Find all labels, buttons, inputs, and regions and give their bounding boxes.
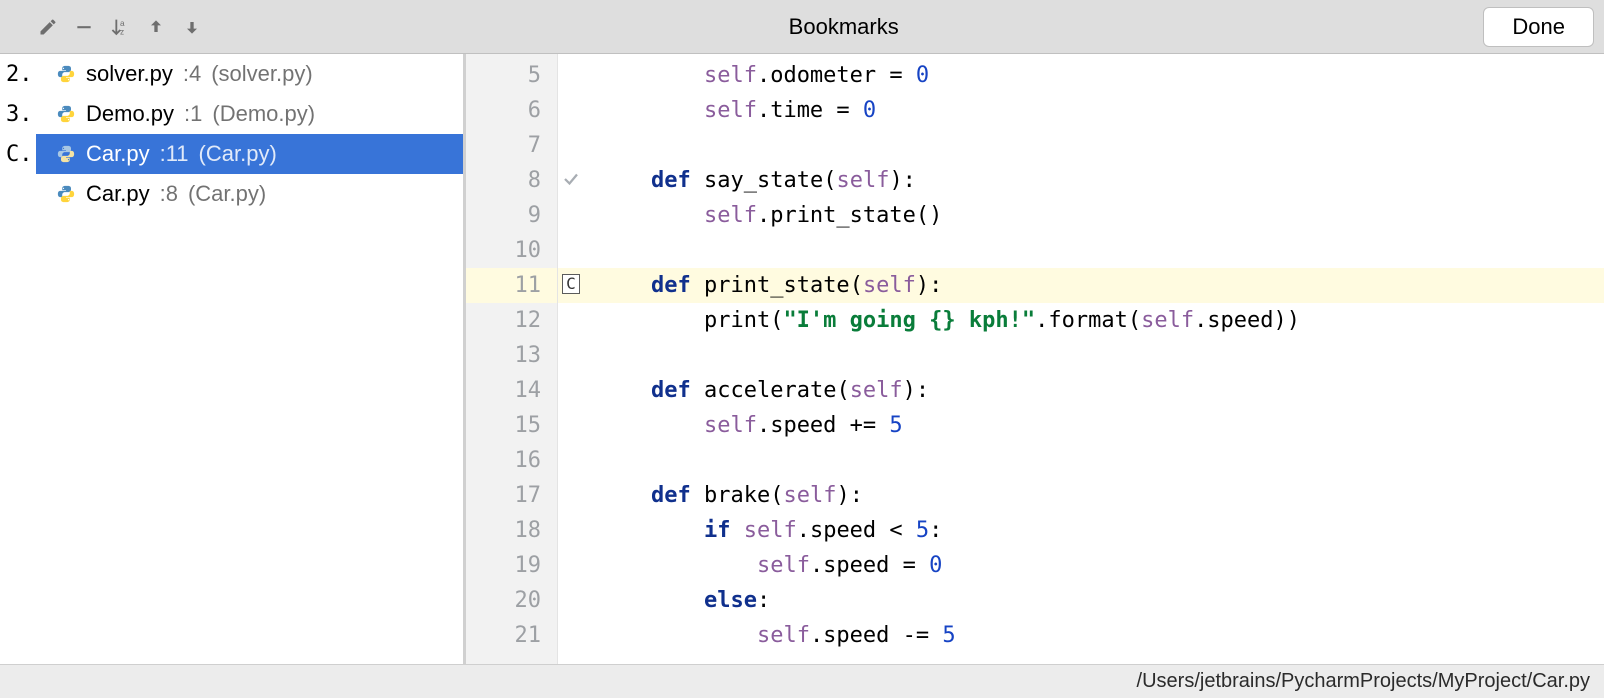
gutter-line[interactable]: 12	[466, 303, 557, 338]
bookmark-note: (Demo.py)	[212, 101, 315, 127]
gutter-line[interactable]: 13	[466, 338, 557, 373]
bookmark-line: :4	[183, 61, 201, 87]
bookmark-item[interactable]: solver.py :4 (solver.py)	[36, 54, 463, 94]
bookmark-note: (solver.py)	[211, 61, 312, 87]
edit-icon[interactable]	[36, 15, 60, 39]
svg-text:z: z	[120, 27, 124, 36]
gutter-check-icon	[561, 169, 581, 189]
gutter-line[interactable]: 17	[466, 478, 557, 513]
editor-gutter: 567891011C12131415161718192021	[466, 54, 558, 664]
header-bar: az Bookmarks Done	[0, 0, 1604, 54]
move-up-icon[interactable]	[144, 15, 168, 39]
sort-az-icon[interactable]: az	[108, 15, 132, 39]
gutter-line[interactable]: 14	[466, 373, 557, 408]
bookmark-row[interactable]: 2. solver.py :4 (solver.py)	[0, 54, 463, 94]
gutter-line[interactable]: 11C	[466, 268, 557, 303]
code-line[interactable]	[558, 443, 1604, 478]
code-line[interactable]: self.odometer = 0	[558, 58, 1604, 93]
code-line[interactable]: def say_state(self):	[558, 163, 1604, 198]
gutter-line[interactable]: 5	[466, 58, 557, 93]
bookmark-item[interactable]: Car.py :11 (Car.py)	[36, 134, 463, 174]
gutter-line[interactable]: 15	[466, 408, 557, 443]
code-line[interactable]: self.speed = 0	[558, 548, 1604, 583]
bookmark-line: :1	[184, 101, 202, 127]
bookmark-filename: solver.py	[86, 61, 173, 87]
gutter-line[interactable]: 10	[466, 233, 557, 268]
bookmark-mnemonic: 3.	[2, 102, 30, 127]
bookmark-row[interactable]: Car.py :8 (Car.py)	[0, 174, 463, 214]
bookmark-filename: Car.py	[86, 141, 150, 167]
gutter-line[interactable]: 19	[466, 548, 557, 583]
bookmark-item[interactable]: Demo.py :1 (Demo.py)	[36, 94, 463, 134]
remove-icon[interactable]	[72, 15, 96, 39]
bookmark-mnemonic: 2.	[2, 62, 30, 87]
editor-area: 567891011C12131415161718192021 self.odom…	[466, 54, 1604, 664]
code-line[interactable]: self.speed += 5	[558, 408, 1604, 443]
gutter-line[interactable]: 6	[466, 93, 557, 128]
code-line[interactable]: print("I'm going {} kph!".format(self.sp…	[558, 303, 1604, 338]
bookmark-row[interactable]: 3. Demo.py :1 (Demo.py)	[0, 94, 463, 134]
code-line[interactable]: self.speed -= 5	[558, 618, 1604, 653]
bookmark-note: (Car.py)	[188, 181, 266, 207]
status-bar: /Users/jetbrains/PycharmProjects/MyProje…	[0, 664, 1604, 698]
move-down-icon[interactable]	[180, 15, 204, 39]
bookmark-mnemonic-marker[interactable]: C	[561, 274, 581, 294]
bookmark-item[interactable]: Car.py :8 (Car.py)	[36, 174, 463, 214]
file-path: /Users/jetbrains/PycharmProjects/MyProje…	[1137, 670, 1590, 693]
code-column[interactable]: self.odometer = 0 self.time = 0 def say_…	[558, 54, 1604, 664]
code-line[interactable]	[558, 128, 1604, 163]
gutter-line[interactable]: 20	[466, 583, 557, 618]
done-button[interactable]: Done	[1483, 7, 1594, 47]
gutter-line[interactable]: 7	[466, 128, 557, 163]
gutter-line[interactable]: 18	[466, 513, 557, 548]
main-split: 2. solver.py :4 (solver.py) 3. Demo.py :1 (Demo…	[0, 54, 1604, 664]
code-line[interactable]: if self.speed < 5:	[558, 513, 1604, 548]
bookmark-filename: Car.py	[86, 181, 150, 207]
code-line[interactable]	[558, 338, 1604, 373]
gutter-line[interactable]: 16	[466, 443, 557, 478]
code-line[interactable]: self.print_state()	[558, 198, 1604, 233]
toolbar: az	[10, 15, 204, 39]
bookmark-mnemonic: C.	[2, 142, 30, 167]
gutter-line[interactable]: 21	[466, 618, 557, 653]
bookmark-line: :11	[160, 141, 189, 167]
gutter-line[interactable]: 9	[466, 198, 557, 233]
bookmark-filename: Demo.py	[86, 101, 174, 127]
code-line[interactable]: def print_state(self):	[558, 268, 1604, 303]
gutter-line[interactable]: 8	[466, 163, 557, 198]
code-line[interactable]	[558, 233, 1604, 268]
code-line[interactable]: self.time = 0	[558, 93, 1604, 128]
bookmark-line: :8	[160, 181, 178, 207]
code-line[interactable]: def accelerate(self):	[558, 373, 1604, 408]
code-line[interactable]: else:	[558, 583, 1604, 618]
bookmarks-sidebar: 2. solver.py :4 (solver.py) 3. Demo.py :1 (Demo…	[0, 54, 466, 664]
code-line[interactable]: def brake(self):	[558, 478, 1604, 513]
panel-title: Bookmarks	[204, 14, 1483, 40]
bookmark-note: (Car.py)	[199, 141, 277, 167]
bookmark-row[interactable]: C. Car.py :11 (Car.py)	[0, 134, 463, 174]
